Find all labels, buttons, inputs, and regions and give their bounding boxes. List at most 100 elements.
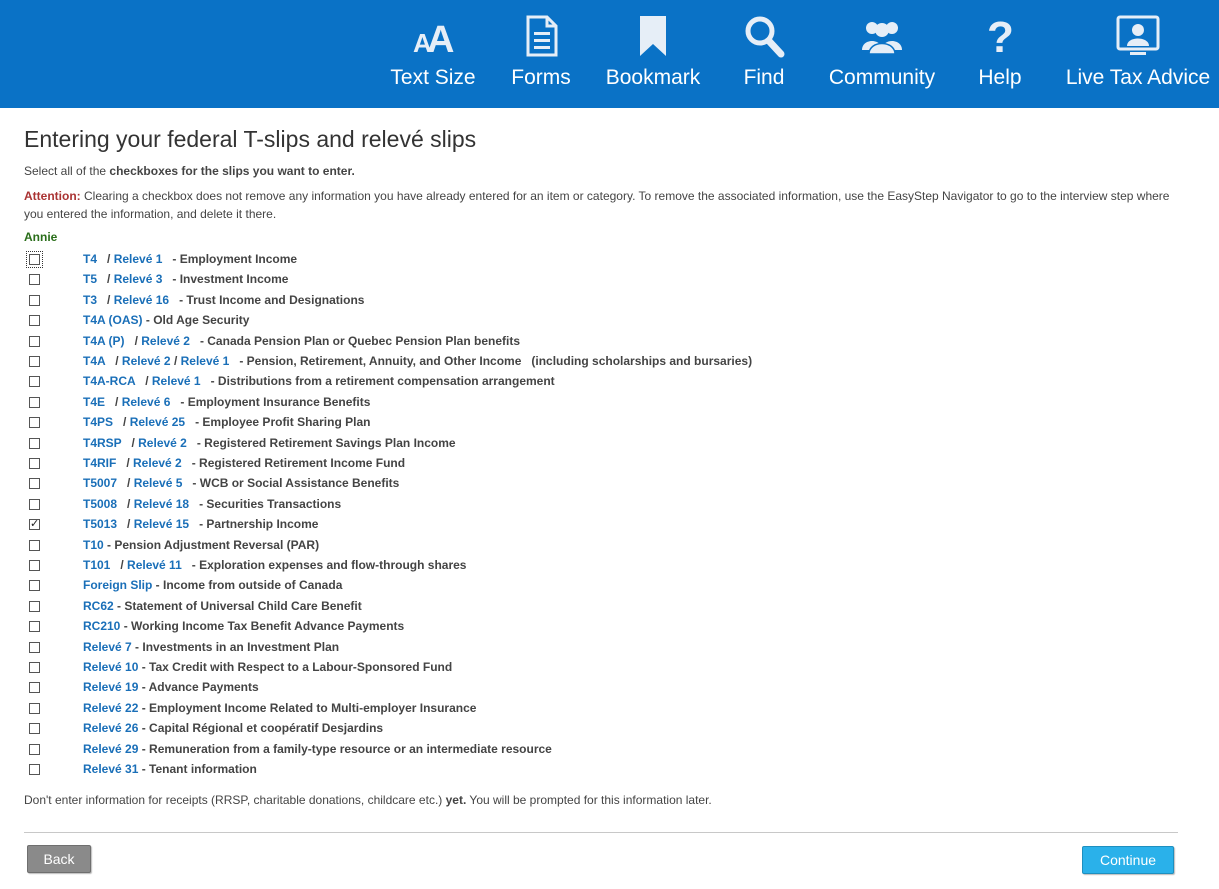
slip-link[interactable]: Relevé 2 (138, 436, 187, 450)
top-toolbar: A A Text Size Forms Bookmark Find Commun… (0, 0, 1219, 108)
slip-link[interactable]: T4A (83, 354, 105, 368)
slip-separator: / (97, 252, 114, 266)
slip-link[interactable]: T4PS (83, 415, 113, 429)
slip-checkbox[interactable] (29, 702, 40, 714)
slip-checkbox[interactable] (29, 396, 40, 408)
slip-link[interactable]: T5007 (83, 476, 117, 490)
help-button[interactable]: ? Help (970, 0, 1030, 108)
continue-button[interactable]: Continue (1082, 846, 1174, 874)
slip-checkbox[interactable] (29, 478, 40, 490)
slip-link[interactable]: T101 (83, 558, 110, 572)
slip-link[interactable]: Relevé 15 (134, 517, 189, 531)
slip-separator: / (105, 354, 122, 368)
slip-link[interactable]: Relevé 1 (152, 374, 201, 388)
slip-link[interactable]: T4RIF (83, 456, 116, 470)
slip-link[interactable]: Relevé 2 (133, 456, 182, 470)
slip-link[interactable]: T5008 (83, 497, 117, 511)
slip-link[interactable]: T4E (83, 395, 105, 409)
slip-description: - Old Age Security (142, 313, 250, 328)
text-size-icon: A A (413, 19, 454, 58)
slip-link[interactable]: RC62 (83, 599, 114, 613)
slip-link[interactable]: T4A (P) (83, 334, 125, 348)
bookmark-button[interactable]: Bookmark (603, 0, 703, 108)
slip-checkbox[interactable] (29, 600, 40, 612)
slip-description: - Investment Income (162, 272, 289, 287)
slip-checkbox[interactable] (29, 682, 40, 694)
slip-checkbox[interactable] (29, 356, 40, 367)
slip-link[interactable]: Relevé 2 (122, 354, 171, 368)
slip-link[interactable]: T4RSP (83, 436, 121, 450)
slip-checkbox[interactable] (29, 335, 40, 347)
slip-checkbox[interactable] (26, 251, 43, 268)
slip-checkbox[interactable] (29, 437, 40, 449)
slip-link[interactable]: Relevé 11 (127, 558, 182, 572)
slip-description: - Income from outside of Canada (152, 578, 343, 593)
slip-checkbox[interactable] (29, 621, 40, 633)
live-tax-advice-button[interactable]: Live Tax Advice (1060, 0, 1216, 108)
slip-link[interactable]: Relevé 1 (114, 252, 163, 266)
slip-checkbox[interactable] (29, 641, 40, 653)
slip-link[interactable]: Relevé 22 (83, 701, 138, 715)
footnote-bold: yet. (445, 793, 467, 807)
slip-link[interactable]: Relevé 10 (83, 660, 138, 674)
slip-checkbox[interactable] (29, 274, 40, 286)
slip-link[interactable]: T4A (OAS) (83, 313, 143, 327)
help-label: Help (978, 66, 1022, 89)
slip-checkbox[interactable] (29, 560, 40, 571)
slip-checkbox[interactable] (29, 517, 40, 531)
slip-link[interactable]: Relevé 19 (83, 680, 138, 694)
slip-link[interactable]: Relevé 16 (114, 293, 169, 307)
slip-separator: / (121, 435, 139, 450)
slip-checkbox[interactable] (29, 458, 40, 469)
forms-button[interactable]: Forms (505, 0, 577, 108)
slip-description: - Partnership Income (189, 517, 319, 532)
slip-description: - Pension, Retirement, Annuity, and Othe… (229, 354, 753, 368)
find-button[interactable]: Find (733, 0, 795, 108)
slip-link[interactable]: T4A-RCA (83, 374, 135, 388)
slip-link[interactable]: T10 (83, 538, 104, 552)
slip-checkbox[interactable] (29, 743, 40, 755)
slip-checkbox[interactable] (29, 498, 40, 510)
slip-link[interactable]: RC210 (83, 619, 120, 633)
back-button[interactable]: Back (27, 845, 91, 873)
slip-checkbox[interactable] (29, 539, 40, 551)
slip-checkbox[interactable] (29, 723, 40, 735)
slip-description: - Trust Income and Designations (169, 292, 365, 307)
slip-label: T4A / Relevé 2 / Relevé 1 - Pension, Ret… (83, 354, 752, 368)
text-size-button[interactable]: A A Text Size (388, 0, 478, 108)
person-name: Annie (24, 230, 58, 244)
slip-separator: / (117, 517, 134, 532)
slip-checkbox[interactable] (29, 294, 40, 306)
slip-checkbox[interactable] (29, 315, 40, 327)
slip-link[interactable]: T5 (83, 272, 97, 286)
bookmark-icon (640, 16, 666, 56)
slip-checkbox[interactable] (29, 580, 40, 592)
slip-link[interactable]: T5013 (83, 517, 117, 531)
slip-link[interactable]: Relevé 5 (134, 476, 183, 490)
slip-link[interactable]: Relevé 31 (83, 762, 138, 776)
slip-link[interactable]: Relevé 29 (83, 742, 138, 756)
slip-link[interactable]: Relevé 25 (130, 415, 185, 429)
slip-link[interactable]: Relevé 7 (83, 640, 132, 654)
slip-checkbox[interactable] (29, 417, 40, 429)
forms-label: Forms (511, 66, 571, 89)
slip-link[interactable]: T4 (83, 252, 97, 266)
slip-description: - Registered Retirement Savings Plan Inc… (186, 435, 456, 450)
slip-link[interactable]: Foreign Slip (83, 578, 152, 592)
slip-checkbox[interactable] (29, 764, 40, 775)
community-button[interactable]: Community (824, 0, 940, 108)
slip-link[interactable]: Relevé 6 (122, 395, 171, 409)
slip-row: T3 / Relevé 16 - Trust Income and Design… (24, 291, 1024, 311)
slip-link[interactable]: Relevé 2 (141, 334, 190, 348)
slip-link[interactable]: Relevé 26 (83, 721, 138, 735)
slip-link[interactable]: Relevé 18 (134, 497, 189, 511)
receipts-footnote: Don't enter information for receipts (RR… (24, 793, 712, 807)
slip-description: - Investments in an Investment Plan (131, 639, 340, 654)
slip-link[interactable]: T3 (83, 293, 97, 307)
attention-label: Attention: (24, 189, 81, 203)
slip-label: T101 / Relevé 11 - Exploration expenses … (83, 558, 466, 572)
slip-link[interactable]: Relevé 1 (181, 354, 230, 368)
slip-link[interactable]: Relevé 3 (114, 272, 163, 286)
slip-checkbox[interactable] (29, 662, 40, 673)
slip-checkbox[interactable] (29, 376, 40, 388)
